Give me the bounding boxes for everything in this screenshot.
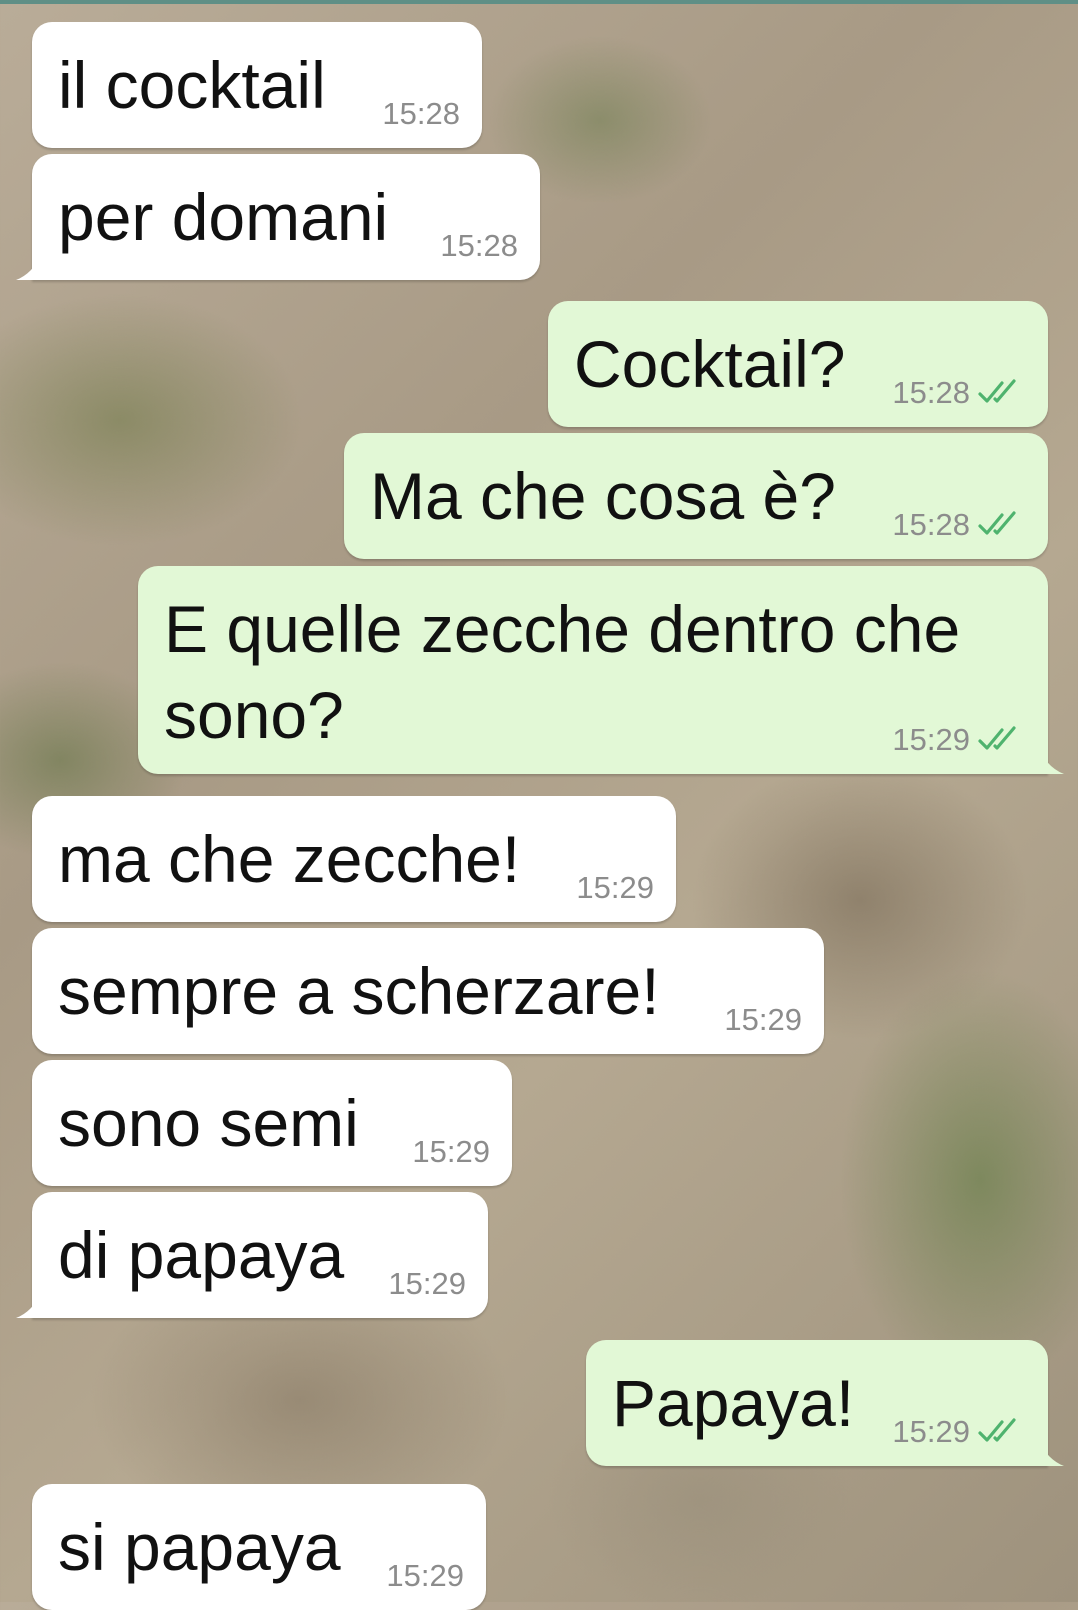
message-text: sempre a scherzare! <box>58 954 660 1028</box>
bubble-tail <box>16 254 42 280</box>
bubble-tail <box>1038 1440 1064 1466</box>
message-text: sono semi <box>58 1086 359 1160</box>
message-bubble-incoming[interactable]: si papaya 15:29 <box>32 1484 486 1610</box>
double-check-icon <box>978 726 1016 750</box>
message-bubble-incoming[interactable]: per domani 15:28 <box>16 154 540 280</box>
double-check-icon <box>978 1418 1016 1442</box>
message-text: Papaya! <box>612 1366 855 1440</box>
double-check-icon <box>978 511 1016 535</box>
message-time: 15:29 <box>892 722 970 757</box>
message-time: 15:29 <box>412 1134 490 1169</box>
message-bubble-outgoing[interactable]: E quelle zecche dentro che sono? 15:29 <box>138 566 1064 774</box>
message-time: 15:29 <box>724 1002 802 1037</box>
chat-conversation[interactable]: il cocktail 15:28 per domani 15:28 Cockt… <box>0 0 1078 1610</box>
message-time: 15:28 <box>892 507 970 542</box>
message-time: 15:29 <box>386 1558 464 1593</box>
message-time: 15:28 <box>382 96 460 131</box>
bubble-tail <box>16 1292 42 1318</box>
message-bubble-incoming[interactable]: sono semi 15:29 <box>32 1060 512 1186</box>
message-time: 15:28 <box>892 375 970 410</box>
message-bubble-incoming[interactable]: di papaya 15:29 <box>16 1192 488 1318</box>
message-bubble-outgoing[interactable]: Cocktail? 15:28 <box>548 301 1048 427</box>
message-text: Cocktail? <box>574 327 846 401</box>
message-bubble-incoming[interactable]: sempre a scherzare! 15:29 <box>32 928 824 1054</box>
message-bubble-outgoing[interactable]: Papaya! 15:29 <box>586 1340 1064 1466</box>
message-time: 15:29 <box>388 1266 466 1301</box>
message-text: di papaya <box>58 1218 345 1292</box>
message-text: si papaya <box>58 1510 341 1584</box>
message-time: 15:28 <box>440 228 518 263</box>
message-text: per domani <box>58 180 389 254</box>
message-bubble-incoming[interactable]: il cocktail 15:28 <box>32 22 482 148</box>
message-text: ma che zecche! <box>58 822 521 896</box>
message-time: 15:29 <box>576 870 654 905</box>
message-bubble-outgoing[interactable]: Ma che cosa è? 15:28 <box>344 433 1048 559</box>
message-bubble-incoming[interactable]: ma che zecche! 15:29 <box>32 796 676 922</box>
message-text: Ma che cosa è? <box>370 459 836 533</box>
bubble-tail <box>1038 748 1064 774</box>
message-time: 15:29 <box>892 1414 970 1449</box>
double-check-icon <box>978 379 1016 403</box>
message-text: il cocktail <box>58 48 326 122</box>
